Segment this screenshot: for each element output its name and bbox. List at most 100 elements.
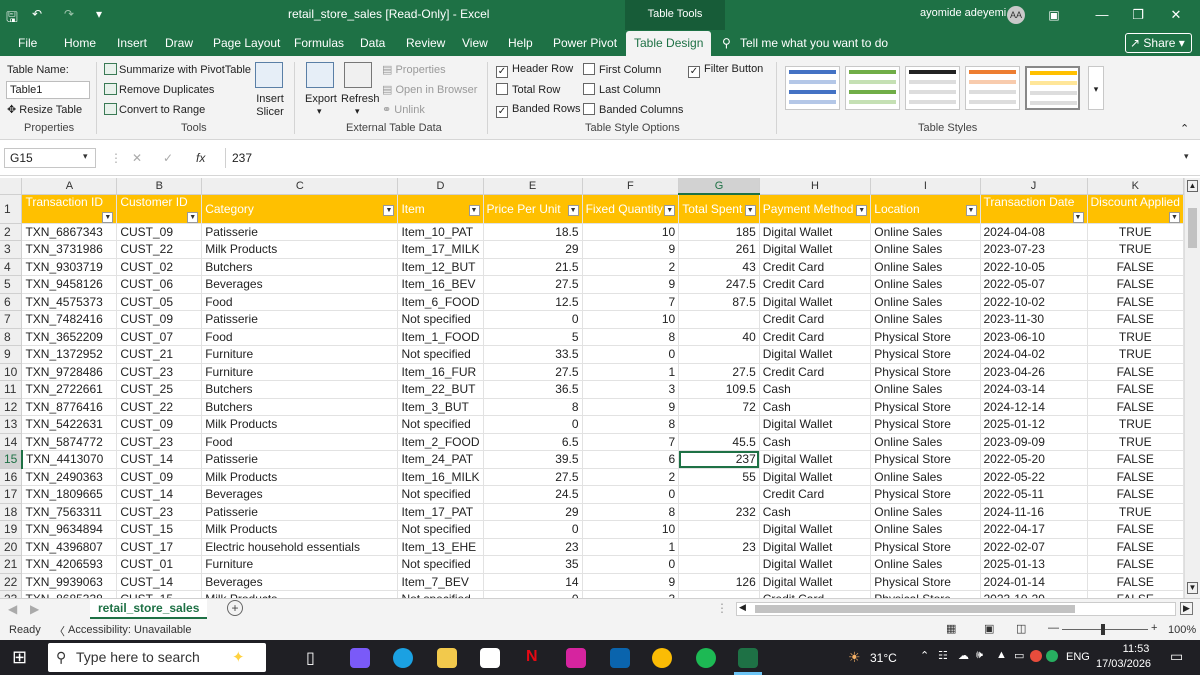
tab-file[interactable]: File	[18, 36, 37, 50]
table-cell[interactable]: Butchers	[201, 398, 399, 416]
tab-review[interactable]: Review	[406, 36, 445, 50]
table-cell[interactable]: 14	[483, 573, 583, 591]
table-cell[interactable]: TXN_4413070	[21, 450, 118, 469]
horizontal-scrollbar[interactable]: ◀	[736, 602, 1176, 616]
table-cell[interactable]: 1	[582, 363, 680, 381]
scroll-thumb[interactable]	[1188, 208, 1197, 248]
table-cell[interactable]: 0	[582, 485, 680, 504]
copilot-app-icon[interactable]	[350, 648, 370, 668]
table-cell[interactable]: 2	[582, 258, 680, 276]
row-header[interactable]: 12	[0, 398, 23, 416]
table-cell[interactable]: CUST_15	[116, 520, 203, 539]
table-cell[interactable]: Online Sales	[870, 293, 981, 311]
minimize-icon[interactable]: —	[1088, 4, 1116, 26]
table-cell[interactable]	[678, 345, 760, 364]
table-cell[interactable]: 0	[582, 345, 680, 364]
table-cell[interactable]: CUST_17	[116, 538, 203, 556]
tab-page-layout[interactable]: Page Layout	[213, 36, 280, 50]
table-cell[interactable]: 2022-05-07	[980, 275, 1088, 294]
table-cell[interactable]: 1	[582, 538, 680, 556]
table-cell[interactable]: Digital Wallet	[759, 240, 872, 259]
filter-dropdown-icon[interactable]: ▼	[965, 204, 977, 216]
weather-icon[interactable]: ☀	[848, 649, 861, 666]
table-cell[interactable]: 9	[582, 275, 680, 294]
table-cell[interactable]: Online Sales	[870, 223, 981, 241]
table-cell[interactable]: FALSE	[1087, 398, 1184, 416]
table-cell[interactable]: CUST_22	[116, 240, 203, 259]
table-cell[interactable]: Digital Wallet	[759, 573, 872, 591]
table-cell[interactable]: 10	[582, 520, 680, 539]
filter-dropdown-icon[interactable]: ▼	[664, 204, 676, 216]
row-header[interactable]: 5	[0, 275, 23, 294]
table-cell[interactable]: Not specified	[397, 345, 484, 364]
table-cell[interactable]: Credit Card	[759, 328, 872, 346]
table-cell[interactable]: CUST_14	[116, 573, 203, 591]
row-header[interactable]: 13	[0, 415, 23, 434]
table-style-blue[interactable]	[785, 66, 840, 110]
table-cell[interactable]: Furniture	[201, 363, 399, 381]
table-cell[interactable]: Not specified	[397, 555, 484, 574]
resize-table-button[interactable]: ✥ Resize Table	[7, 103, 82, 116]
table-cell[interactable]: 2022-10-02	[980, 293, 1088, 311]
zoom-out-icon[interactable]: —	[1048, 622, 1059, 634]
table-cell[interactable]: 232	[678, 503, 760, 521]
table-cell[interactable]: Patisserie	[201, 450, 399, 469]
redo-icon[interactable]: ↷	[64, 7, 74, 21]
table-cell[interactable]: Item_22_BUT	[397, 380, 484, 399]
clock-time[interactable]: 11:53	[1106, 643, 1166, 655]
table-cell[interactable]: Item_7_BEV	[397, 573, 484, 591]
column-header[interactable]: G	[678, 178, 760, 195]
table-cell[interactable]: 27.5	[483, 275, 583, 294]
column-header[interactable]: E	[483, 178, 583, 195]
table-cell[interactable]: 2023-09-09	[980, 433, 1088, 451]
app-tray-icon[interactable]	[1030, 650, 1042, 662]
table-cell[interactable]: 2025-01-12	[980, 415, 1088, 434]
table-cell[interactable]: Patisserie	[201, 503, 399, 521]
table-cell[interactable]: CUST_23	[116, 503, 203, 521]
table-cell[interactable]: TXN_8685338	[21, 590, 118, 598]
tab-help[interactable]: Help	[508, 36, 533, 50]
table-cell[interactable]: Milk Products	[201, 520, 399, 539]
table-cell[interactable]: TXN_1372952	[21, 345, 118, 364]
row-header[interactable]: 3	[0, 240, 23, 259]
table-cell[interactable]: Furniture	[201, 345, 399, 364]
table-cell[interactable]: Beverages	[201, 485, 399, 504]
table-header-cell[interactable]: Total Spent ▼	[678, 194, 760, 224]
table-cell[interactable]: Butchers	[201, 380, 399, 399]
table-cell[interactable]: Digital Wallet	[759, 345, 872, 364]
table-header-cell[interactable]: Location ▼	[870, 194, 981, 224]
table-cell[interactable]: Item_10_PAT	[397, 223, 484, 241]
filter-dropdown-icon[interactable]: ▼	[468, 204, 480, 216]
tab-home[interactable]: Home	[64, 36, 96, 50]
table-cell[interactable]: 2	[582, 468, 680, 486]
clock-date[interactable]: 17/03/2026	[1096, 658, 1151, 670]
scroll-up-icon[interactable]: ▲	[1187, 180, 1198, 192]
table-cell[interactable]: 43	[678, 258, 760, 276]
table-cell[interactable]: CUST_25	[116, 380, 203, 399]
column-header[interactable]: D	[397, 178, 484, 195]
table-cell[interactable]: 2024-04-02	[980, 345, 1088, 364]
table-cell[interactable]: 2023-06-10	[980, 328, 1088, 346]
excel-taskbar-icon[interactable]	[738, 648, 758, 668]
table-cell[interactable]: TXN_6867343	[21, 223, 118, 241]
table-cell[interactable]: TRUE	[1087, 503, 1184, 521]
table-cell[interactable]: 185	[678, 223, 760, 241]
network-icon[interactable]: ☷	[938, 649, 948, 662]
table-cell[interactable]: 2024-12-14	[980, 398, 1088, 416]
filter-button-checkbox[interactable]: ✓ Filter Button	[688, 63, 763, 78]
normal-view-icon[interactable]: ▦	[946, 622, 956, 635]
table-cell[interactable]: 33.5	[483, 345, 583, 364]
insert-slicer-button[interactable]: Insert Slicer	[255, 93, 285, 119]
table-cell[interactable]: 35	[483, 555, 583, 574]
table-cell[interactable]: 2024-03-14	[980, 380, 1088, 399]
table-cell[interactable]: TXN_9939063	[21, 573, 118, 591]
table-cell[interactable]: CUST_23	[116, 433, 203, 451]
column-header[interactable]: C	[201, 178, 399, 195]
table-cell[interactable]: Physical Store	[870, 573, 981, 591]
table-cell[interactable]: TXN_5422631	[21, 415, 118, 434]
table-cell[interactable]: CUST_01	[116, 555, 203, 574]
table-cell[interactable]: FALSE	[1087, 555, 1184, 574]
column-header[interactable]: B	[116, 178, 203, 195]
select-all-corner[interactable]	[0, 178, 23, 195]
table-cell[interactable]: Not specified	[397, 485, 484, 504]
